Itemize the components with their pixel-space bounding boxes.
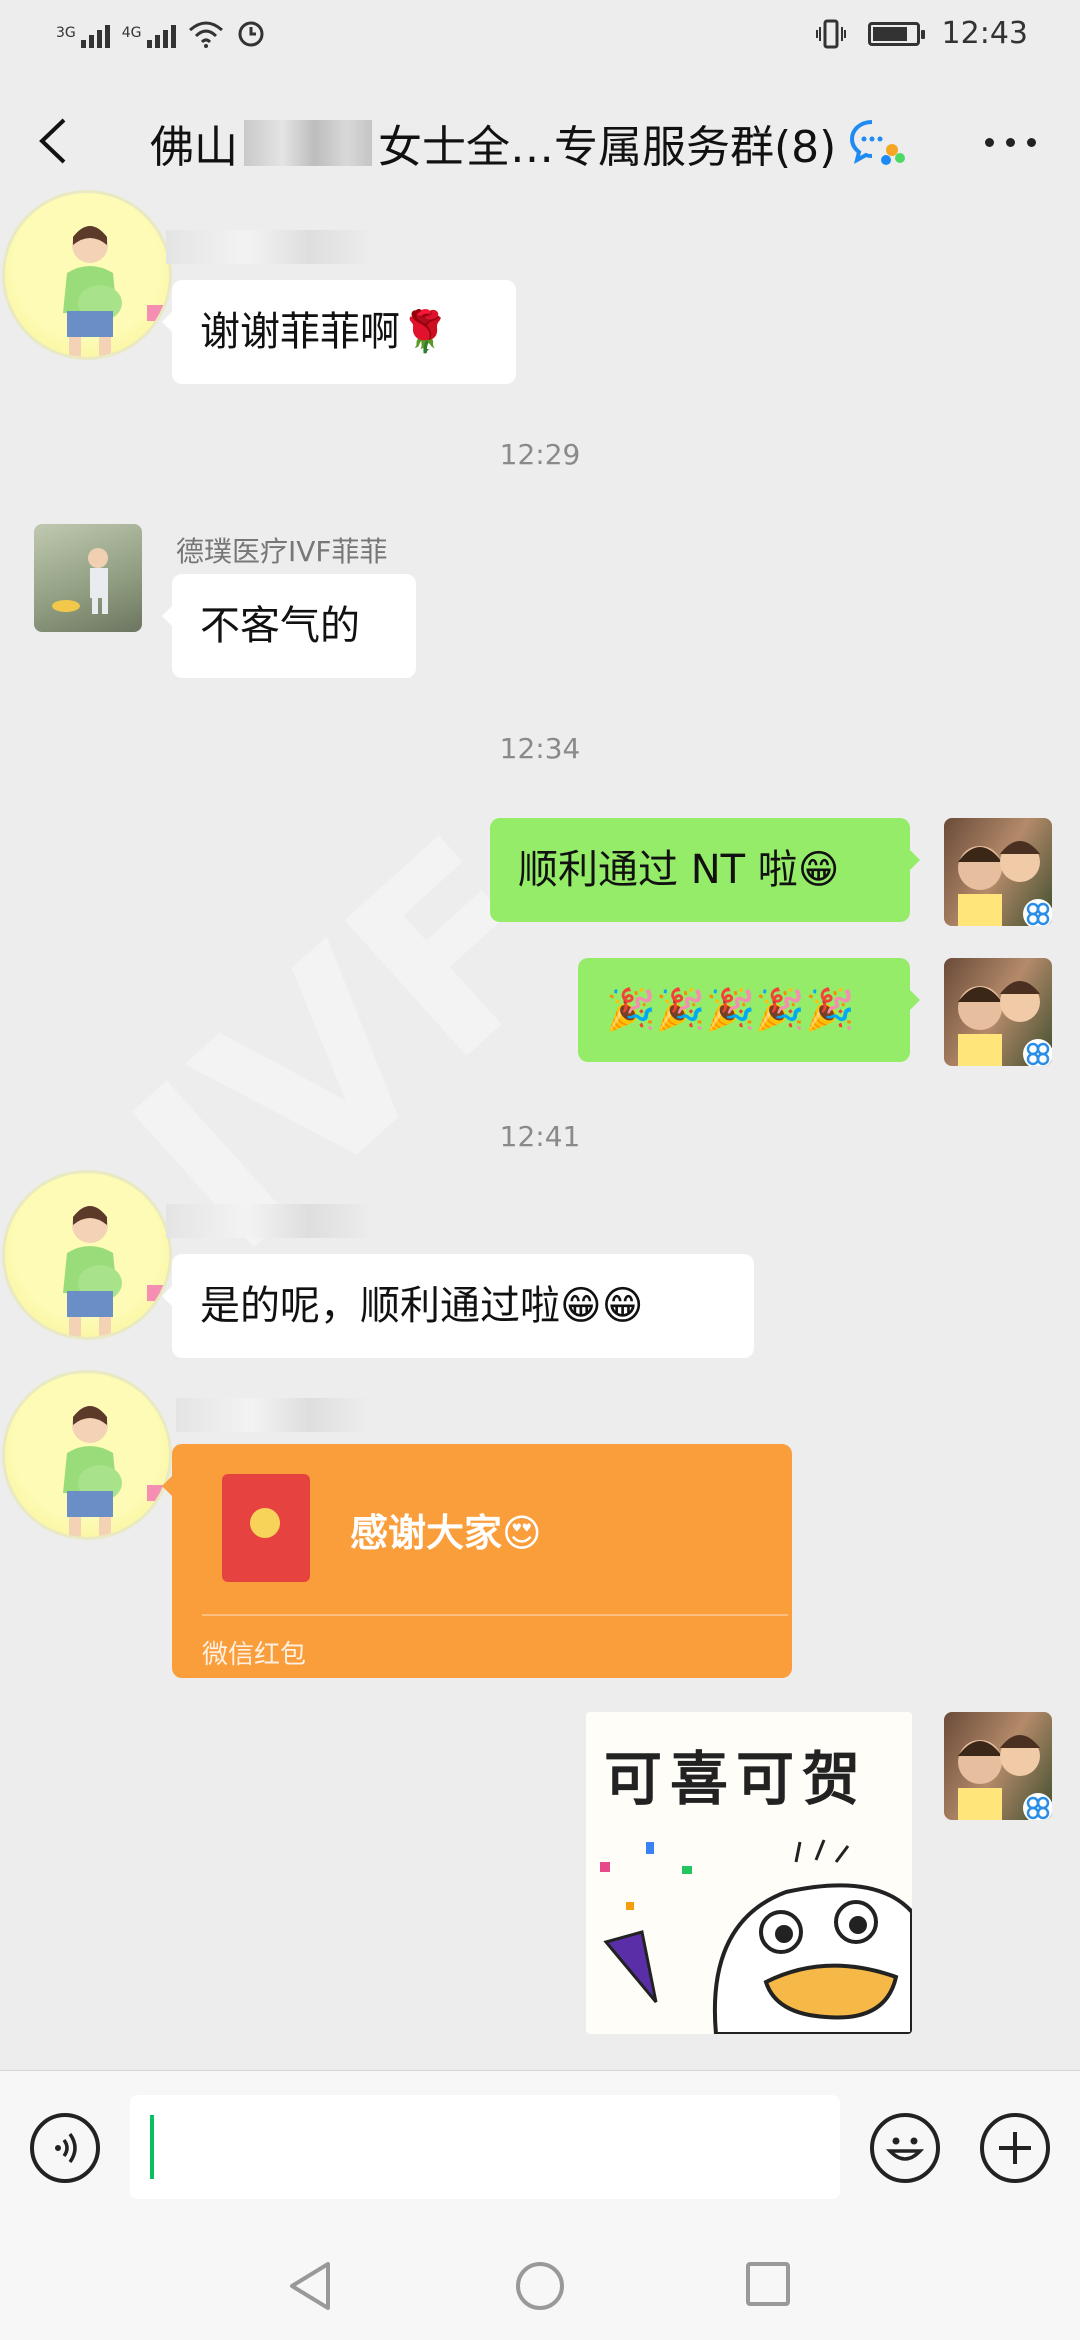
nav-recents-icon[interactable]	[744, 2260, 792, 2308]
status-time: 12:43	[941, 16, 1028, 51]
timestamp: 12:29	[499, 438, 581, 471]
group-chat-icon	[850, 120, 906, 165]
duck-sticker-icon	[600, 1839, 912, 2034]
signal-3g-icon: 3G	[56, 25, 110, 48]
message-text: 是的呢，顺利通过啦😁😁	[200, 1283, 644, 1329]
sender-name-redacted	[166, 230, 370, 264]
signal-4g-icon: 4G	[122, 25, 176, 48]
red-packet-label: 微信红包	[202, 1640, 307, 1670]
message-text: 顺利通过 NT 啦😁	[518, 847, 840, 893]
voice-icon[interactable]	[30, 2113, 100, 2183]
system-navigation-bar	[0, 2230, 1080, 2340]
battery-icon	[867, 21, 925, 46]
avatar-member[interactable]	[2, 190, 172, 360]
net-type-1: 3G	[56, 25, 76, 41]
wifi-icon	[188, 21, 223, 48]
message-text: 🎉🎉🎉🎉🎉	[606, 987, 856, 1033]
sender-name: 德璞医疗IVF菲菲	[176, 535, 388, 568]
timestamp: 12:41	[499, 1120, 581, 1153]
avatar-self[interactable]	[944, 958, 1052, 1066]
avatar-member[interactable]	[2, 1370, 172, 1540]
title-prefix: 佛山	[150, 122, 238, 173]
timestamp: 12:34	[499, 732, 581, 765]
clover-badge-icon	[1023, 1793, 1052, 1820]
red-packet-icon	[222, 1474, 310, 1582]
status-right: 12:43	[815, 16, 1028, 51]
text-cursor	[150, 2115, 154, 2179]
message-bubble[interactable]: 不客气的	[162, 574, 416, 678]
divider	[202, 1614, 788, 1616]
alarm-icon	[238, 21, 264, 47]
avatar-self[interactable]	[944, 818, 1052, 926]
signal-indicators: 3G 4G	[56, 18, 266, 48]
message-text: 不客气的	[200, 603, 360, 649]
sticker-message[interactable]: 可喜可贺	[586, 1712, 912, 2034]
message-bubble[interactable]: 是的呢，顺利通过啦😁😁	[162, 1254, 754, 1358]
avatar-staff[interactable]	[34, 524, 142, 632]
clover-badge-icon	[1023, 899, 1052, 926]
sender-name-redacted	[176, 1398, 366, 1432]
clover-badge-icon	[1023, 1039, 1052, 1066]
title-suffix: 女士全…专属服务群(8)	[378, 122, 837, 173]
nav-back-icon[interactable]	[286, 2260, 334, 2312]
more-dots-icon[interactable]	[985, 138, 1036, 147]
nav-home-icon[interactable]	[514, 2260, 566, 2312]
chat-title[interactable]: 佛山 女士全…专属服务群(8)	[150, 108, 906, 178]
net-type-2: 4G	[121, 25, 142, 41]
input-bar	[0, 2070, 1080, 2231]
redacted-name	[244, 120, 372, 166]
message-bubble-self[interactable]: 顺利通过 NT 啦😁	[490, 818, 920, 922]
vibrate-icon	[815, 19, 846, 48]
avatar-member[interactable]	[2, 1170, 172, 1340]
red-packet-title: 感谢大家😍	[350, 1511, 542, 1555]
chevron-left-icon[interactable]	[34, 116, 74, 166]
plus-icon[interactable]	[980, 2113, 1050, 2183]
status-bar: 3G 4G 12:43	[0, 0, 1080, 72]
sender-name-redacted	[166, 1204, 370, 1238]
message-bubble-self[interactable]: 🎉🎉🎉🎉🎉	[578, 958, 920, 1062]
message-bubble[interactable]: 谢谢菲菲啊🌹	[162, 280, 516, 384]
emoji-icon[interactable]	[870, 2113, 940, 2183]
chat-header: 佛山 女士全…专属服务群(8)	[0, 72, 1080, 212]
red-packet-card[interactable]: 感谢大家😍 微信红包	[162, 1444, 792, 1678]
message-input[interactable]	[130, 2095, 840, 2199]
message-text: 谢谢菲菲啊🌹	[200, 309, 450, 355]
avatar-self[interactable]	[944, 1712, 1052, 1820]
